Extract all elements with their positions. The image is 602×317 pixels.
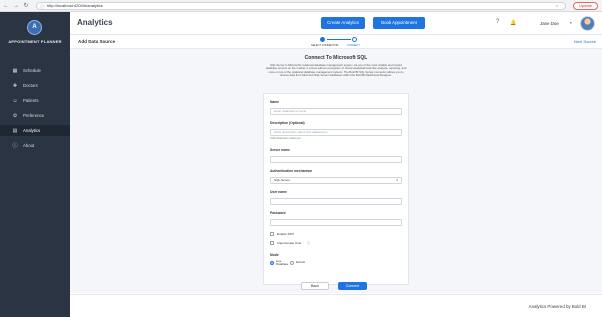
top-header: Analytics Create Analytics Book Appointm… — [70, 12, 602, 35]
password-input[interactable] — [270, 219, 402, 226]
step-label-connect: CONNECT — [347, 44, 360, 47]
step-dot-connect — [352, 37, 357, 42]
calendar-icon: ▦ — [12, 67, 18, 74]
extract-label: Extract — [296, 260, 305, 264]
sidebar-item-label: Doctors — [23, 83, 38, 88]
step-connector-line — [327, 39, 351, 40]
sidebar-item-label: Patients — [23, 98, 39, 103]
address-bar[interactable]: ⓘ http://localhost:4200/#/analytics ☆ — [36, 2, 566, 10]
name-label: Name — [270, 100, 279, 104]
impersonate-user-label: Impersonate User — [277, 241, 302, 245]
sidebar-item-label: Analytics — [23, 128, 41, 133]
bookmark-star-icon[interactable]: ☆ — [555, 3, 561, 9]
patients-icon: ☺ — [12, 97, 18, 104]
subheader: Add Data Source SELECT CONNECTOR CONNECT… — [70, 35, 602, 49]
back-button[interactable]: Back — [301, 282, 329, 290]
password-label: Password — [270, 211, 286, 215]
sidebar-item-label: Preference — [23, 113, 45, 118]
name-input[interactable]: Enter datasource name — [270, 108, 402, 115]
live-database-label: Live Database — [276, 259, 289, 267]
browser-toolbar: ← → ↻ ⓘ http://localhost:4200/#/analytic… — [0, 0, 602, 12]
forward-nav-icon[interactable]: → — [12, 2, 20, 10]
url-text: http://localhost:4200/#/analytics — [47, 3, 103, 8]
back-nav-icon[interactable]: ← — [2, 2, 10, 10]
connector-stepper: SELECT CONNECTOR CONNECT — [311, 36, 371, 48]
user-name-label: User name — [270, 190, 287, 194]
user-name[interactable]: Jane Doe — [540, 21, 559, 26]
page-title: Analytics — [77, 18, 113, 27]
extract-radio[interactable] — [290, 261, 294, 265]
bell-icon[interactable]: 🔔 — [510, 20, 516, 26]
analytics-icon: ▤ — [12, 127, 18, 134]
auth-mechanism-value: SQL Server — [274, 178, 291, 182]
sidebar-item-doctors[interactable]: ✚ Doctors — [0, 80, 70, 91]
sidebar-item-label: Schedule — [23, 68, 41, 73]
sidebar-item-label: About — [23, 143, 35, 148]
connector-description: SQL Server is Microsoft's relational dat… — [265, 63, 407, 78]
sidebar-item-preference[interactable]: ⚙ Preference — [0, 110, 70, 121]
server-name-input[interactable] — [270, 156, 402, 163]
info-icon[interactable]: ⓘ — [40, 4, 44, 10]
book-appointment-button[interactable]: Book Appointment — [373, 17, 425, 29]
sidebar-item-analytics[interactable]: ▤ Analytics — [0, 125, 70, 136]
powered-by-text: Analytics Powered by Bold BI — [528, 304, 586, 309]
gear-icon: ⚙ — [12, 112, 18, 119]
sidebar: A APPOINTMENT PLANNER ▦ Schedule ✚ Docto… — [0, 12, 70, 317]
description-hint: 1024 characters maximum — [270, 137, 301, 140]
add-data-source-title: Add Data Source — [78, 39, 116, 44]
enable-ssh-label: Enable SSH — [277, 232, 294, 236]
step-dot-select-connector — [320, 37, 325, 42]
auth-mechanism-label: Authentication mechanism — [270, 169, 313, 173]
footer: Analytics Powered by Bold BI — [70, 294, 602, 317]
sidebar-item-about[interactable]: ⓘ About — [0, 140, 70, 151]
impersonate-user-checkbox[interactable] — [270, 241, 274, 245]
info-icon: ⓘ — [12, 142, 18, 149]
server-name-label: Server name — [270, 148, 290, 152]
info-icon[interactable]: ⓘ — [307, 241, 310, 245]
next-source-link[interactable]: Next Source — [574, 39, 596, 44]
reload-icon[interactable]: ↻ — [22, 2, 30, 10]
chevron-down-icon: ▾ — [396, 178, 398, 182]
doctor-icon: ✚ — [12, 82, 18, 89]
app-logo-icon: A — [27, 20, 42, 35]
user-name-input[interactable] — [270, 198, 402, 205]
live-database-radio[interactable] — [270, 261, 274, 265]
connect-form-title: Connect To Microsoft SQL — [304, 55, 368, 61]
sidebar-item-patients[interactable]: ☺ Patients — [0, 95, 70, 106]
mode-label: Mode — [270, 253, 279, 257]
connect-button[interactable]: Connect — [338, 282, 367, 290]
avatar[interactable] — [580, 16, 595, 31]
create-analytics-button[interactable]: Create Analytics — [321, 17, 365, 29]
sidebar-item-schedule[interactable]: ▦ Schedule — [0, 65, 70, 76]
step-label-select-connector: SELECT CONNECTOR — [311, 44, 339, 47]
description-input[interactable]: Write description about this datasource — [270, 129, 402, 136]
help-icon[interactable]: ? — [496, 19, 499, 25]
connection-form: Name Enter datasource name Description (… — [263, 93, 409, 285]
auth-mechanism-select[interactable]: SQL Server ▾ — [270, 177, 402, 184]
enable-ssh-checkbox[interactable] — [270, 232, 274, 236]
main-content: Connect To Microsoft SQL SQL Server is M… — [70, 49, 602, 293]
chevron-down-icon[interactable]: ▾ — [570, 21, 572, 25]
app-brand-name: APPOINTMENT PLANNER — [8, 39, 62, 44]
description-label: Description (Optional) — [270, 121, 305, 125]
browser-update-button[interactable]: Update — [573, 2, 598, 10]
